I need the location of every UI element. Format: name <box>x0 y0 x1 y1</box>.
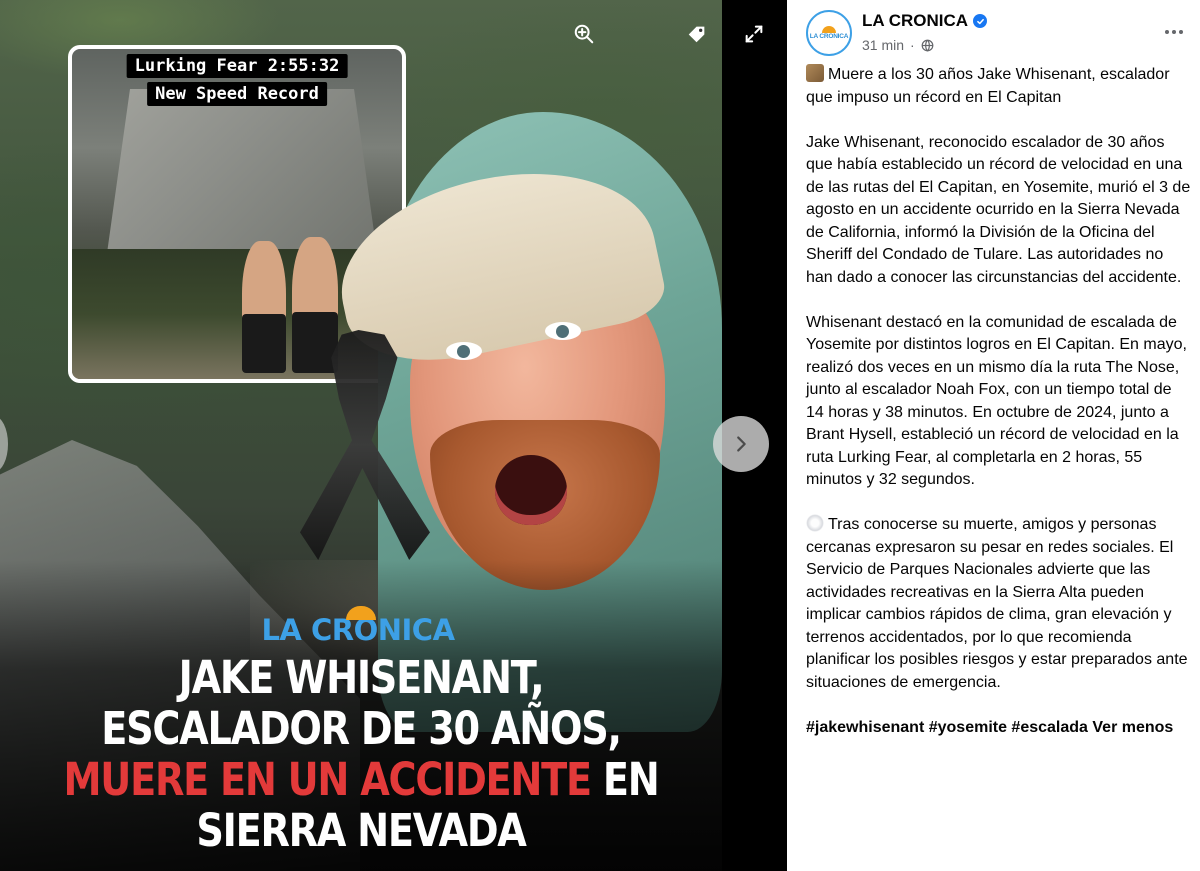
zoom-in-icon <box>574 24 594 44</box>
page-name-link[interactable]: LA CRONICA <box>862 11 988 31</box>
eye-left <box>446 342 482 360</box>
see-less-button[interactable]: Ver menos <box>1092 719 1173 736</box>
post-panel: LA CRONICA LA CRONICA 31 min · Muere a l… <box>787 0 1200 871</box>
post-text: Muere a los 30 años Jake Whisenant, esca… <box>806 64 1192 762</box>
post-paragraph: Tras conocerse su muerte, amigos y perso… <box>806 514 1188 691</box>
headline-line-4: SIERRA NEVADA <box>196 804 527 857</box>
newspaper-emoji-icon <box>806 64 824 82</box>
verified-badge-icon <box>973 14 988 28</box>
open-mouth <box>495 455 567 525</box>
tag-icon <box>688 26 705 43</box>
post-paragraph: Jake Whisenant, reconocido escalador de … <box>806 133 1191 286</box>
post-meta: 31 min · <box>862 37 934 53</box>
headline-red-text: MUERE EN UN ACCIDENTE <box>63 753 593 806</box>
post-hashtags: #jakewhisenant #yosemite #escalada Ver m… <box>806 717 1192 740</box>
avatar-logo-text: LA CRONICA <box>809 33 849 40</box>
dove-emoji-icon <box>806 514 824 532</box>
media-viewer: Lurking Fear 2:55:32 New Speed Record LA… <box>0 0 787 871</box>
headline: JAKE WHISENANT, ESCALADOR DE 30 AÑOS, MU… <box>54 652 668 856</box>
post-header: LA CRONICA LA CRONICA 31 min · <box>806 10 1186 60</box>
climber-right <box>292 237 338 373</box>
headline-line-1: JAKE WHISENANT, <box>178 651 545 704</box>
globe-icon <box>921 39 934 52</box>
post-photo[interactable]: Lurking Fear 2:55:32 New Speed Record LA… <box>0 0 722 871</box>
zoom-in-button[interactable] <box>570 20 598 48</box>
hashtag-links[interactable]: #jakewhisenant #yosemite #escalada <box>806 719 1088 736</box>
fullscreen-icon <box>745 25 763 43</box>
la-cronica-logo: LA CRONICA <box>258 606 458 648</box>
more-options-button[interactable] <box>1162 22 1186 42</box>
next-button[interactable] <box>713 416 769 472</box>
tag-button[interactable] <box>683 20 711 48</box>
chevron-right-icon <box>737 436 746 452</box>
avatar-sun-icon <box>822 26 836 33</box>
post-paragraph-title: Muere a los 30 años Jake Whisenant, esca… <box>806 64 1170 106</box>
headline-line-3: MUERE EN UN ACCIDENTE EN <box>54 754 668 805</box>
more-dot-icon <box>1165 30 1169 34</box>
eye-right <box>545 322 581 340</box>
climber-left <box>242 241 286 373</box>
headline-white-text: EN <box>590 753 660 806</box>
fullscreen-button[interactable] <box>740 20 768 48</box>
post-paragraph: Whisenant destacó en la comunidad de esc… <box>806 313 1187 489</box>
post-timestamp[interactable]: 31 min <box>862 37 904 53</box>
page-avatar[interactable]: LA CRONICA <box>806 10 852 56</box>
inset-title-record-time: Lurking Fear 2:55:32 <box>126 54 348 78</box>
inset-subtitle-speed-record: New Speed Record <box>147 82 327 106</box>
page-name: LA CRONICA <box>862 11 969 30</box>
headline-line-2: ESCALADOR DE 30 AÑOS, <box>101 702 622 755</box>
